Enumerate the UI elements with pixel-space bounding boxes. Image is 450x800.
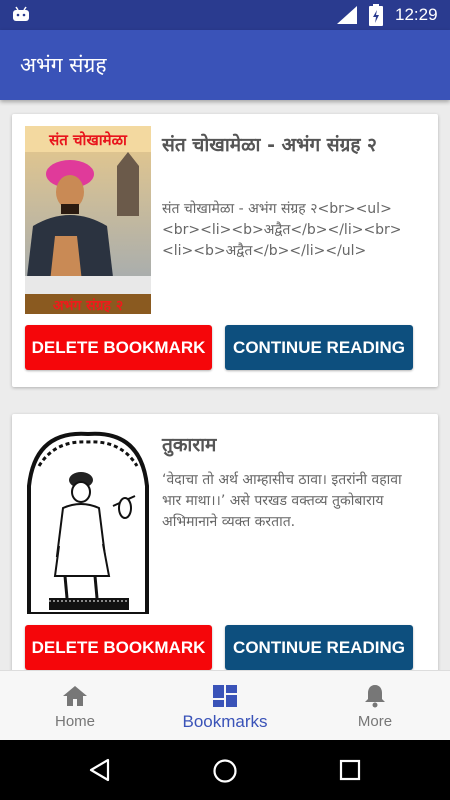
book-cover-image: संत चोखामेळा अभंग संग्रह २ (25, 126, 151, 314)
home-circle-icon[interactable] (212, 758, 238, 784)
bookmark-description: ‘वेदाचा तो अर्थ आम्हासीच ठावा। इतरांनी व… (162, 472, 402, 530)
delete-bookmark-button[interactable]: DELETE BOOKMARK (25, 325, 212, 370)
system-navigation-bar (0, 740, 450, 800)
bookmark-description: संत चोखामेळा - अभंग संग्रह २<br><ul><br>… (162, 201, 402, 259)
nav-item-home[interactable]: Home (0, 671, 150, 741)
cover-subtitle-text: अभंग संग्रह २ (53, 298, 123, 314)
bookmark-card[interactable]: तुकाराम ‘वेदाचा तो अर्थ आम्हासीच ठावा। इ… (12, 414, 438, 670)
bookmark-title: तुकाराम (162, 434, 217, 456)
continue-reading-button[interactable]: CONTINUE READING (225, 325, 413, 370)
back-icon[interactable] (88, 758, 112, 782)
status-bar: 12:29 (0, 0, 450, 30)
bottom-navigation: Home Bookmarks More (0, 670, 450, 740)
continue-reading-button[interactable]: CONTINUE READING (225, 625, 413, 670)
nav-item-label: More (357, 713, 393, 730)
home-icon (63, 686, 87, 706)
bookmark-list[interactable]: संत चोखामेळा अभंग संग्रह २ संत चोखामेळा … (0, 100, 450, 670)
bell-icon (365, 685, 385, 708)
bookmark-card[interactable]: संत चोखामेळा अभंग संग्रह २ संत चोखामेळा … (12, 114, 438, 387)
clock: 12:29 (395, 5, 438, 24)
cover-title-text: संत चोखामेळा (48, 131, 128, 149)
recents-icon[interactable] (339, 759, 361, 781)
nav-item-label: Bookmarks (182, 712, 268, 731)
battery-icon (369, 4, 383, 26)
page-title: अभंग संग्रह (20, 53, 107, 77)
bookmark-title: संत चोखामेळा - अभंग संग्रह २ (162, 134, 377, 156)
signal-icon (337, 6, 357, 24)
app-bar: अभंग संग्रह (0, 30, 450, 100)
nav-item-more[interactable]: More (300, 671, 450, 741)
nav-item-bookmarks[interactable]: Bookmarks (150, 671, 300, 741)
android-icon (13, 6, 29, 21)
dashboard-icon (213, 685, 237, 707)
book-cover-image (25, 426, 151, 614)
nav-item-label: Home (54, 713, 95, 730)
delete-bookmark-button[interactable]: DELETE BOOKMARK (25, 625, 212, 670)
